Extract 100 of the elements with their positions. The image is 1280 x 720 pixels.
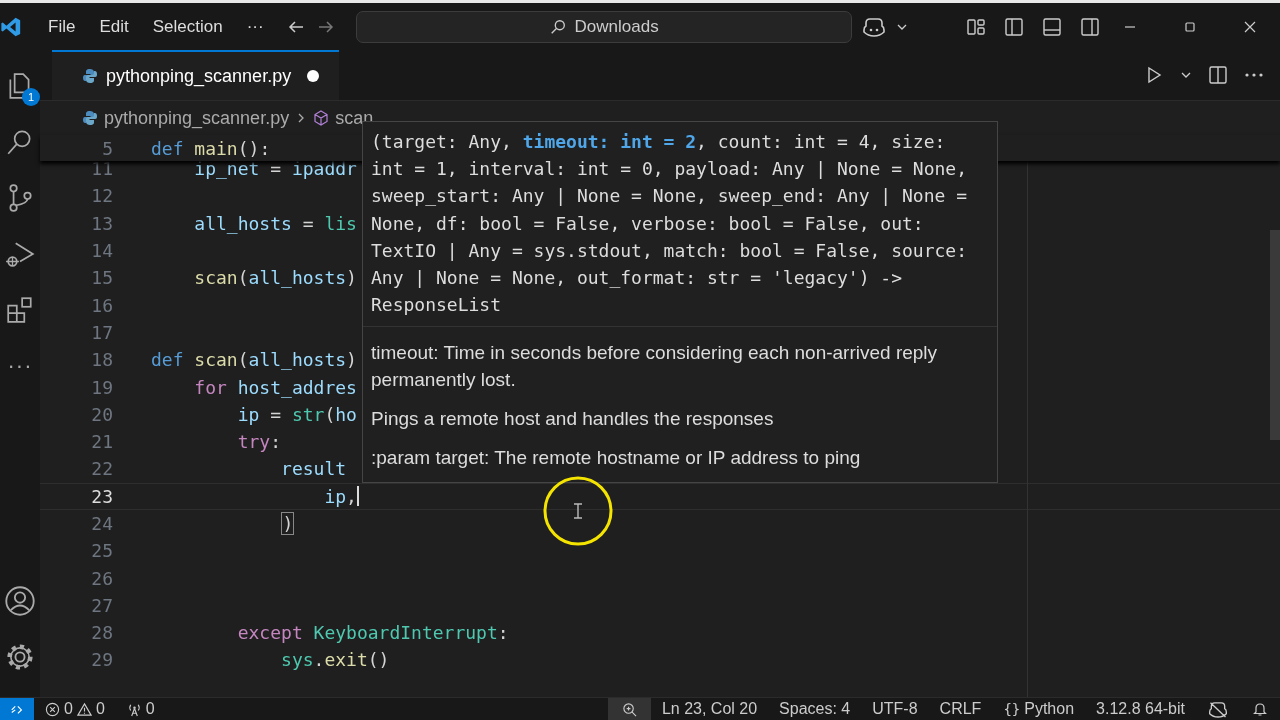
line-number: 15 xyxy=(90,267,113,289)
status-item[interactable]: Ln 23, Col 20 xyxy=(650,700,769,718)
code-text: scan xyxy=(193,349,238,371)
signature-line: (target: Any, timeout: int = 2, count: int = 4, size: xyxy=(371,130,947,154)
code-text: all_hosts xyxy=(193,212,292,234)
line-number: 24 xyxy=(90,513,113,534)
line-number: 14 xyxy=(90,240,113,262)
code-text: ( xyxy=(237,267,249,289)
line-number: 25 xyxy=(90,540,113,562)
code-text: scan xyxy=(193,267,238,289)
code-text: ip xyxy=(236,403,260,425)
account-icon[interactable] xyxy=(4,585,36,617)
extensions-icon[interactable] xyxy=(5,295,35,325)
menu-item[interactable]: Edit xyxy=(87,16,141,37)
line-number: 18 xyxy=(90,349,113,371)
line-number: 21 xyxy=(90,431,113,453)
status-item[interactable]: UTF-8 xyxy=(861,700,929,718)
more-actions-icon[interactable] xyxy=(1244,72,1264,78)
more-button[interactable]: ··· xyxy=(7,353,33,379)
code-keyword: def xyxy=(151,137,184,159)
settings-icon[interactable] xyxy=(4,641,36,673)
close-icon[interactable] xyxy=(1243,19,1257,34)
scrollbar-thumb[interactable] xyxy=(1270,230,1280,440)
signature-line: None, df: bool = False, verbose: bool = False, out: xyxy=(371,211,925,236)
warning-icon xyxy=(76,701,92,717)
line-number: 28 xyxy=(90,622,113,644)
code-keyword: for xyxy=(193,376,227,398)
code-keyword: except xyxy=(236,622,303,644)
line-number: 23 xyxy=(90,485,113,507)
status-item[interactable]: CRLF xyxy=(928,700,993,718)
line-number: 22 xyxy=(90,458,113,480)
line-number: 29 xyxy=(90,649,113,671)
line-number: 12 xyxy=(90,185,113,207)
interpreter-button[interactable]: 3.12.8 64-bit xyxy=(1085,700,1196,718)
notification-badge: 1 xyxy=(22,88,40,106)
panel-toggle-icon[interactable] xyxy=(1042,16,1062,37)
code-text: = xyxy=(301,212,315,234)
code-text: ( xyxy=(324,403,336,425)
breadcrumb-item[interactable]: pythonping_scanner.py xyxy=(104,107,290,129)
bell-icon[interactable] xyxy=(1252,701,1268,717)
layout-icon[interactable] xyxy=(966,16,986,37)
line-number: 19 xyxy=(90,376,113,398)
sidebar-toggle-icon[interactable] xyxy=(1004,16,1024,37)
ports-button[interactable]: 0 xyxy=(115,700,166,718)
vscode-logo-icon xyxy=(0,15,22,38)
python-file-icon xyxy=(82,68,98,84)
zoom-in-icon xyxy=(621,701,637,717)
code-text: KeyboardInterrupt xyxy=(312,622,498,644)
line-number: 20 xyxy=(90,403,113,425)
code-text: ) xyxy=(282,513,294,534)
code-text: all_hosts xyxy=(248,349,347,371)
editor-tab[interactable]: pythonping_scanner.py xyxy=(52,50,340,100)
signature-line: ResponseList xyxy=(371,293,503,318)
text-cursor xyxy=(356,486,359,507)
code-text: sys xyxy=(280,649,314,671)
line-number: 26 xyxy=(90,567,113,589)
code-text: ( xyxy=(237,349,249,371)
code-text: ip_net xyxy=(193,158,260,180)
code-text: = xyxy=(269,403,283,425)
signature-line: int = 1, interval: int = 0, payload: Any | None = None, xyxy=(371,157,969,182)
signature-line: TextIO | Any = sys.stdout, match: bool = False, source: xyxy=(371,238,969,263)
maximize-icon[interactable] xyxy=(1183,19,1197,34)
line-number: 5 xyxy=(101,137,113,159)
menu-item[interactable]: ··· xyxy=(234,16,276,37)
status-item[interactable]: Spaces: 4 xyxy=(768,700,862,718)
code-text: result xyxy=(280,458,347,480)
code-text: exit xyxy=(324,649,368,671)
secondary-sidebar-icon[interactable] xyxy=(1080,16,1100,37)
code-text: all_hosts xyxy=(248,267,347,289)
code-text: main xyxy=(193,137,238,159)
code-text: ) xyxy=(346,349,357,371)
doc-text: timeout: Time in seconds before considering each non-arrived reply permanently lost. xyxy=(371,341,939,393)
code-text: lis xyxy=(324,212,357,234)
error-icon xyxy=(45,701,60,717)
code-text: : xyxy=(270,431,282,453)
code-text: ip xyxy=(323,485,347,507)
code-text: (): xyxy=(237,137,271,159)
split-editor-icon[interactable] xyxy=(1208,65,1228,85)
line-number: 13 xyxy=(90,212,113,234)
code-text: () xyxy=(367,649,390,671)
problems-button[interactable]: 0 0 xyxy=(34,700,116,718)
code-text: ho xyxy=(335,403,357,425)
line-number: 27 xyxy=(90,594,113,616)
code-text: , xyxy=(346,485,357,507)
search-field[interactable]: Downloads xyxy=(355,10,852,43)
line-number: 16 xyxy=(90,294,113,316)
signature-line: Any | None = None, out_format: str = 'legacy') -> xyxy=(371,265,903,290)
code-text: ) xyxy=(346,267,357,289)
python-file-icon xyxy=(82,110,98,126)
zoom-button[interactable] xyxy=(607,698,651,720)
line-number: 11 xyxy=(90,158,113,180)
doc-text: :param target: The remote hostname or IP address to ping xyxy=(371,446,862,471)
code-text: : xyxy=(497,622,509,644)
language-mode-button[interactable]: {} Python xyxy=(992,700,1086,718)
menu-item[interactable]: Selection xyxy=(140,16,235,37)
remote-button[interactable] xyxy=(0,698,34,720)
menu-item[interactable]: File xyxy=(36,16,88,37)
signature-line: sweep_start: Any | None = None, sweep_end: Any | None = xyxy=(371,184,969,209)
mouse-highlight-icon xyxy=(542,475,614,547)
code-text: str xyxy=(291,403,325,425)
